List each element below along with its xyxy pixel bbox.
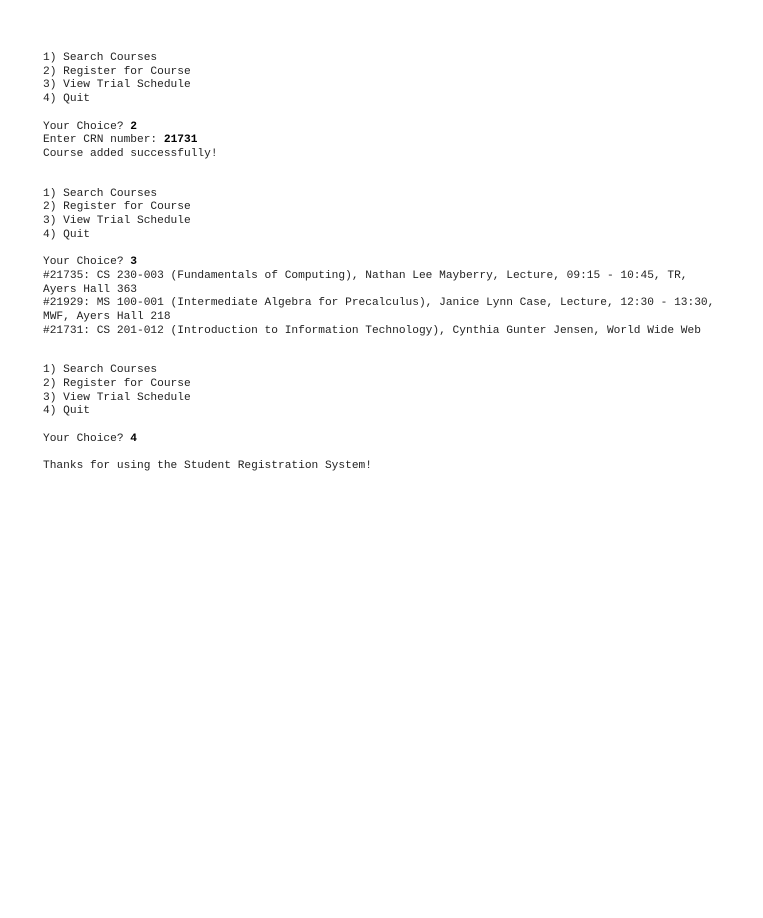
- crn-prompt: Enter CRN number:: [43, 134, 164, 147]
- menu-item-search-courses: 1) Search Courses: [43, 187, 158, 200]
- schedule-entry: #21929: MS 100-001 (Intermediate Algebra…: [43, 297, 715, 323]
- choice-line: Your Choice? 4: [43, 433, 723, 447]
- schedule-entry: #21735: CS 230-003 (Fundamentals of Comp…: [43, 269, 688, 296]
- choice-line: Your Choice? 2: [43, 121, 723, 135]
- menu-item-quit: 4) Quit: [43, 405, 90, 418]
- choice-prompt: Your Choice?: [43, 256, 131, 269]
- console-output: 1) Search Courses 2) Register for Course…: [43, 52, 723, 474]
- schedule-entry: #21731: CS 201-012 (Introduction to Info…: [43, 324, 701, 337]
- menu-item-register-course: 2) Register for Course: [43, 201, 191, 214]
- menu-block: 1) Search Courses 2) Register for Course…: [43, 52, 723, 107]
- menu-item-quit: 4) Quit: [43, 93, 90, 106]
- result-message: Course added successfully!: [43, 147, 218, 160]
- menu-item-register-course: 2) Register for Course: [43, 65, 191, 78]
- crn-value: 21731: [163, 134, 198, 147]
- crn-line: Enter CRN number: 21731: [43, 134, 723, 148]
- choice-prompt: Your Choice?: [43, 120, 131, 133]
- farewell-message: Thanks for using the Student Registratio…: [43, 460, 372, 473]
- menu-block: 1) Search Courses 2) Register for Course…: [43, 188, 723, 243]
- trial-schedule: #21735: CS 230-003 (Fundamentals of Comp…: [43, 270, 723, 339]
- menu-block: 1) Search Courses 2) Register for Course…: [43, 364, 723, 419]
- menu-item-view-schedule: 3) View Trial Schedule: [43, 79, 191, 92]
- menu-item-view-schedule: 3) View Trial Schedule: [43, 391, 191, 404]
- menu-item-search-courses: 1) Search Courses: [43, 52, 158, 64]
- choice-value: 4: [130, 432, 137, 445]
- choice-value: 3: [130, 256, 137, 269]
- choice-line: Your Choice? 3: [43, 256, 723, 270]
- menu-item-view-schedule: 3) View Trial Schedule: [43, 215, 191, 228]
- choice-prompt: Your Choice?: [43, 432, 131, 445]
- choice-value: 2: [130, 120, 137, 133]
- menu-item-search-courses: 1) Search Courses: [43, 364, 158, 377]
- menu-item-quit: 4) Quit: [43, 228, 90, 241]
- menu-item-register-course: 2) Register for Course: [43, 378, 191, 391]
